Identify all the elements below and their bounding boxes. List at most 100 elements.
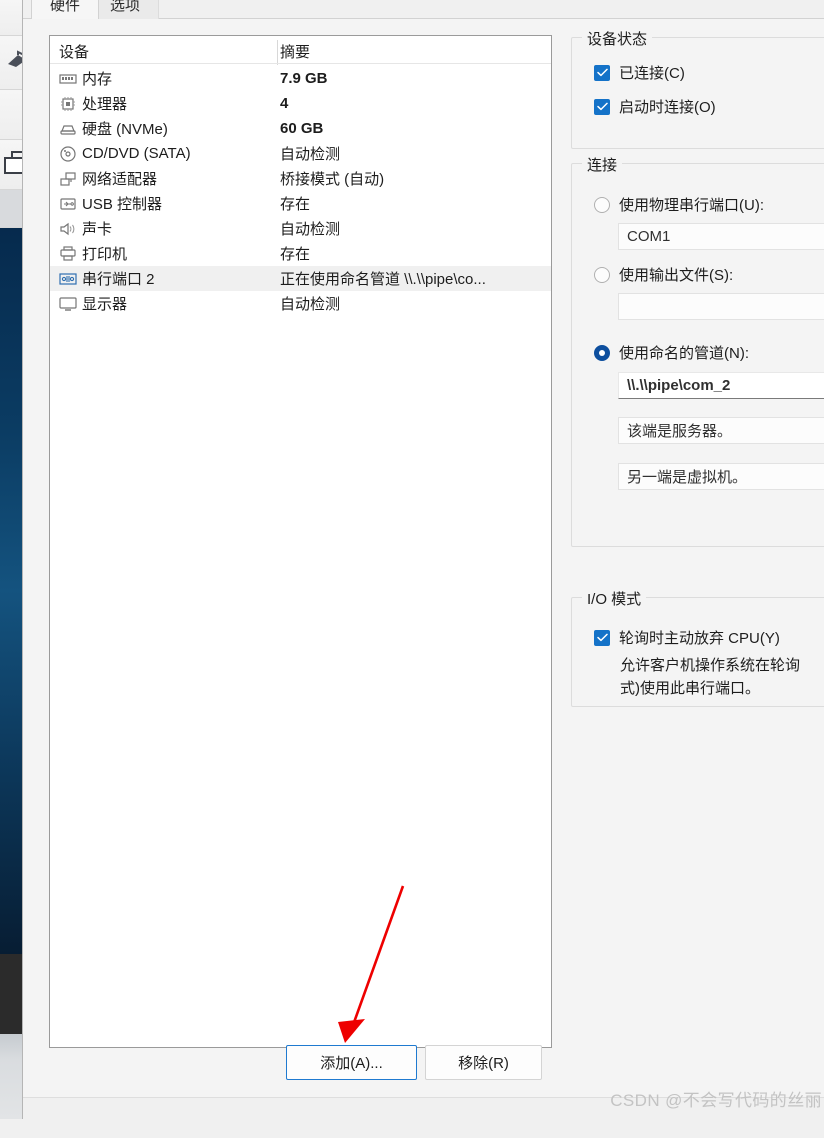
remove-button[interactable]: 移除(R) [425,1045,542,1080]
io-mode-group: I/O 模式 轮询时主动放弃 CPU(Y) 允许客户机操作系统在轮询 式)使用此… [571,588,824,707]
printer-icon [59,245,77,263]
sound-icon [59,220,77,238]
device-name-cell: 处理器 [59,93,127,114]
table-row[interactable]: 硬盘 (NVMe) 60 GB [50,116,551,141]
device-name-cell: 网络适配器 [59,168,157,189]
radio-use-physical-port-label: 使用物理串行端口(U): [619,197,764,214]
virtual-machine-settings-dialog: 硬件 选项 设备 摘要 内存 7.9 GB 处理器 4 硬盘 (NVMe) 60… [22,0,824,1138]
device-label: 显示器 [82,296,128,313]
checkbox-connect-at-power-on[interactable]: 启动时连接(O) [594,96,716,117]
device-label: CD/DVD (SATA) [82,145,191,162]
radio-use-output-file[interactable]: 使用输出文件(S): [594,264,733,285]
device-label: 打印机 [82,246,128,263]
table-row[interactable]: 内存 7.9 GB [50,66,551,91]
device-list-header: 设备 摘要 [50,39,551,64]
device-summary-cell: 正在使用命名管道 \\.\\pipe\co... [280,271,486,288]
output-file-input[interactable] [618,293,824,320]
device-name-cell: 硬盘 (NVMe) [59,118,168,139]
table-row[interactable]: CD/DVD (SATA) 自动检测 [50,141,551,166]
radio-icon [594,266,610,283]
tab-strip: 硬件 选项 [23,0,824,19]
radio-icon-selected [594,344,610,361]
device-summary-cell: 存在 [280,246,311,263]
table-row[interactable]: 显示器 自动检测 [50,291,551,316]
column-header-summary: 摘要 [280,43,311,61]
end-role-select[interactable]: 该端是服务器。 [618,417,824,444]
tab-options-label: 选项 [110,0,141,14]
named-pipe-value: \\.\\pipe\com_2 [627,377,731,394]
device-status-group: 设备状态 已连接(C) 启动时连接(O) [571,28,824,149]
check-icon [594,98,610,115]
device-label: 网络适配器 [82,171,158,188]
column-header-device: 设备 [59,43,90,61]
harddisk-icon [59,120,77,138]
device-name-cell: 打印机 [59,243,127,264]
device-name-cell: CD/DVD (SATA) [59,145,191,163]
network-icon [59,170,77,188]
device-label: USB 控制器 [82,196,163,213]
remove-button-label: 移除(R) [458,1055,509,1072]
table-row[interactable]: USB 控制器 存在 [50,191,551,216]
device-settings-panel: 设备状态 已连接(C) 启动时连接(O) 连接 使用物理串行端口(U): COM… [569,19,824,1119]
tab-hardware-label: 硬件 [50,0,81,14]
other-end-value: 另一端是虚拟机。 [627,469,748,486]
io-mode-title: I/O 模式 [582,588,647,609]
checkbox-connected-label: 已连接(C) [619,65,685,82]
table-row[interactable]: 声卡 自动检测 [50,216,551,241]
device-label: 处理器 [82,96,128,113]
device-summary-cell: 7.9 GB [280,70,328,87]
add-button-label: 添加(A)... [320,1055,383,1072]
device-status-title: 设备状态 [582,28,653,49]
table-row[interactable]: 处理器 4 [50,91,551,116]
device-summary-cell: 自动检测 [280,221,341,238]
checkbox-connect-at-power-on-label: 启动时连接(O) [619,99,716,116]
connection-group: 连接 使用物理串行端口(U): COM1 使用输出文件(S): 使用命名的管道(… [571,154,824,547]
radio-use-named-pipe-label: 使用命名的管道(N): [619,345,749,362]
table-row[interactable]: 网络适配器 桥接模式 (自动) [50,166,551,191]
device-summary-cell: 桥接模式 (自动) [280,171,385,188]
dialog-body: 设备 摘要 内存 7.9 GB 处理器 4 硬盘 (NVMe) 60 GB CD… [23,19,824,1138]
checkbox-yield-cpu-label: 轮询时主动放弃 CPU(Y) [619,630,780,647]
checkbox-yield-cpu[interactable]: 轮询时主动放弃 CPU(Y) [594,627,780,648]
physical-port-select[interactable]: COM1 [618,223,824,250]
device-summary-cell: 60 GB [280,120,324,137]
table-row-selected[interactable]: 串行端口 2 正在使用命名管道 \\.\\pipe\co... [50,266,551,291]
usb-icon [59,195,77,213]
device-name-cell: 显示器 [59,293,127,314]
tab-hardware[interactable]: 硬件 [31,0,100,19]
other-end-select[interactable]: 另一端是虚拟机。 [618,463,824,490]
radio-use-named-pipe[interactable]: 使用命名的管道(N): [594,342,749,363]
cddvd-icon [59,145,77,163]
watermark: CSDN @不会写代码的丝丽 [610,1091,822,1110]
connection-title: 连接 [582,154,623,175]
check-icon [594,64,610,81]
display-icon [59,295,77,313]
radio-use-physical-port[interactable]: 使用物理串行端口(U): [594,194,764,215]
device-summary-cell: 自动检测 [280,296,341,313]
tab-options[interactable]: 选项 [91,0,160,19]
device-summary-cell: 4 [280,95,289,112]
device-name-cell: 声卡 [59,218,112,239]
radio-icon [594,196,610,213]
add-button[interactable]: 添加(A)... [286,1045,417,1080]
device-label: 串行端口 2 [82,271,155,288]
device-label: 硬盘 (NVMe) [82,121,168,138]
physical-port-value: COM1 [627,228,671,245]
cpu-icon [59,95,77,113]
end-role-value: 该端是服务器。 [627,423,733,440]
io-mode-description-line1: 允许客户机操作系统在轮询 [620,657,801,674]
device-label: 声卡 [82,221,113,238]
device-label: 内存 [82,71,113,88]
device-name-cell: USB 控制器 [59,193,162,214]
radio-use-output-file-label: 使用输出文件(S): [619,267,734,284]
named-pipe-input[interactable]: \\.\\pipe\com_2 [618,372,824,399]
table-row[interactable]: 打印机 存在 [50,241,551,266]
io-mode-description-line2: 式)使用此串行端口。 [620,680,760,697]
device-name-cell: 内存 [59,68,112,89]
device-summary-cell: 存在 [280,196,311,213]
checkbox-connected[interactable]: 已连接(C) [594,62,685,83]
device-name-cell: 串行端口 2 [59,268,155,289]
device-list[interactable]: 设备 摘要 内存 7.9 GB 处理器 4 硬盘 (NVMe) 60 GB CD… [49,35,552,1048]
device-summary-cell: 自动检测 [280,146,341,163]
memory-icon [59,70,77,88]
